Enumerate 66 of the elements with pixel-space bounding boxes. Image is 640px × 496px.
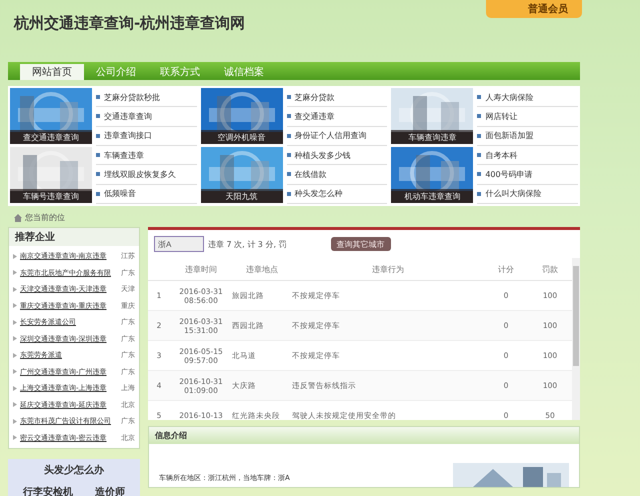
- bullet-icon: [477, 134, 482, 138]
- promo-link[interactable]: 种头发怎么种: [294, 188, 343, 200]
- picture-caption[interactable]: 空调外机噪音: [200, 130, 283, 144]
- promo-link[interactable]: 在线借款: [294, 168, 327, 180]
- promo-link[interactable]: 交通违章查询: [104, 110, 152, 122]
- promo-link[interactable]: 自考本科: [485, 150, 518, 161]
- promo-link[interactable]: 违章查询接口: [104, 130, 152, 142]
- arrow-icon: [13, 254, 17, 259]
- bullet-icon: [477, 153, 482, 158]
- bullet-icon: [286, 192, 291, 196]
- bullet-icon: [286, 95, 291, 100]
- side-box-title[interactable]: 头发少怎么办: [44, 463, 104, 477]
- promo-link[interactable]: 什么叫大病保险: [485, 188, 542, 200]
- home-icon: [14, 214, 22, 222]
- nav-tab[interactable]: 网站首页: [20, 64, 84, 80]
- promo-link[interactable]: 人寿大病保险: [485, 92, 534, 103]
- arrow-icon: [13, 286, 17, 292]
- violation-summary: 违章 7 次, 计 3 分, 罚: [208, 238, 287, 250]
- info-title: 信息介绍: [149, 427, 579, 444]
- promo-link[interactable]: 查交通违章: [294, 110, 335, 122]
- picture-caption[interactable]: 查交通违章查询: [10, 130, 92, 144]
- bullet-icon: [96, 95, 100, 100]
- arrow-icon: [13, 418, 17, 424]
- bullet-icon: [477, 172, 482, 176]
- bullet-icon: [96, 134, 100, 138]
- picture-caption[interactable]: 机动车违章查询: [391, 189, 474, 203]
- bullet-icon: [286, 172, 291, 176]
- arrow-icon: [13, 435, 17, 440]
- promo-link[interactable]: 埋线双眼皮恢复多久: [104, 168, 176, 180]
- promo-link[interactable]: 面包新语加盟: [485, 130, 534, 142]
- arrow-icon: [13, 352, 17, 358]
- promo-link[interactable]: 芝麻分贷款: [294, 92, 335, 103]
- arrow-icon: [13, 303, 17, 308]
- picture-caption[interactable]: 车辆号违章查询: [10, 189, 92, 203]
- bullet-icon: [477, 95, 482, 100]
- plate-field[interactable]: 浙A: [154, 236, 204, 252]
- arrow-icon: [13, 270, 17, 276]
- bullet-icon: [286, 134, 291, 138]
- promo-link[interactable]: 车辆查违章: [104, 150, 144, 161]
- promo-link[interactable]: 低频噪音: [104, 188, 136, 200]
- promo-link[interactable]: 身份证个人信用查询: [294, 130, 367, 142]
- promo-link[interactable]: 400号码申请: [485, 168, 533, 180]
- picture-caption[interactable]: 天阳九筑: [200, 189, 283, 203]
- promo-link[interactable]: 种植头发多少钱: [294, 150, 351, 161]
- bullet-icon: [96, 114, 100, 118]
- member-badge[interactable]: 普通会员: [486, 0, 582, 18]
- bullet-icon: [96, 172, 100, 176]
- scrollbar[interactable]: [572, 258, 580, 420]
- bullet-icon: [286, 114, 291, 118]
- site-title: 杭州交通违章查询-杭州违章查询网: [14, 14, 246, 33]
- bullet-icon: [477, 192, 482, 196]
- bullet-icon: [96, 153, 100, 158]
- promo-link[interactable]: 网店转让: [485, 110, 518, 122]
- arrow-icon: [13, 386, 17, 391]
- arrow-icon: [13, 402, 17, 408]
- arrow-icon: [13, 320, 17, 325]
- other-city-button[interactable]: 查询其它城市: [330, 237, 391, 251]
- bullet-icon: [477, 114, 482, 118]
- promo-link[interactable]: 芝麻分贷款秒批: [104, 92, 160, 103]
- picture-caption[interactable]: 车辆查询违章: [391, 130, 474, 144]
- bullet-icon: [286, 153, 291, 158]
- arrow-icon: [13, 336, 17, 342]
- bullet-icon: [96, 192, 100, 196]
- sidebar-title: 推荐企业: [9, 228, 139, 246]
- breadcrumb: 您当前的位: [25, 212, 65, 223]
- arrow-icon: [13, 369, 17, 374]
